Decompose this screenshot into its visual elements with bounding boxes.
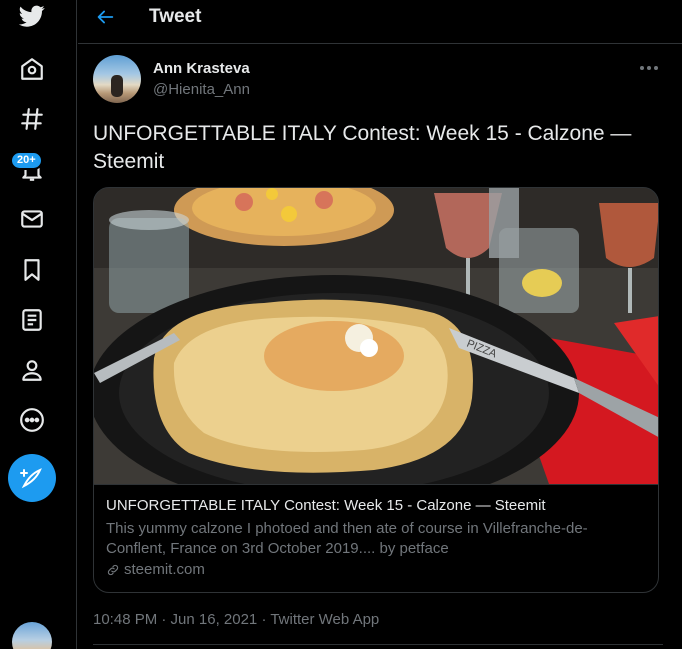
author-handle[interactable]: @Hienita_Ann [153,81,250,98]
card-body[interactable]: UNFORGETTABLE ITALY Contest: Week 15 - C… [94,484,658,592]
compose-tweet-button[interactable] [8,454,56,502]
arrow-left-icon [97,10,114,24]
card-description: This yummy calzone I photoed and then at… [106,520,588,557]
more-circle-icon[interactable] [8,396,56,444]
tweet-text: UNFORGETTABLE ITALY Contest: Week 15 - C… [93,122,632,173]
divider [93,644,663,645]
bookmarks-icon[interactable] [8,246,56,294]
card-domain-text: steemit.com [124,561,205,578]
author-avatar[interactable] [93,55,141,103]
card-title: UNFORGETTABLE ITALY Contest: Week 15 - C… [106,497,546,514]
back-button[interactable] [94,6,124,30]
messages-envelope-icon[interactable] [8,195,56,243]
home-icon[interactable] [8,45,56,93]
card-domain[interactable]: steemit.com [106,561,205,578]
link-icon [107,564,119,575]
lists-icon[interactable] [8,296,56,344]
author-name[interactable]: Ann Krasteva [153,60,250,77]
tweet-timestamp[interactable]: 10:48 PM · Jun 16, 2021 · Twitter Web Ap… [93,611,379,628]
page-title: Tweet [149,6,202,27]
more-options-icon[interactable] [636,58,662,78]
notification-count-badge: 20+ [10,151,43,170]
left-nav: 20+ [0,0,77,649]
link-preview-card[interactable]: PIZZA UNFORGETTABLE ITALY Contest: Week … [93,187,659,593]
profile-icon[interactable] [8,346,56,394]
card-image: PIZZA [94,188,658,484]
feather-plus-icon [20,468,42,489]
explore-hashtag-icon[interactable] [8,95,56,143]
twitter-logo-icon[interactable] [8,0,56,40]
account-avatar[interactable] [12,622,52,649]
page-header: Tweet [78,0,682,44]
